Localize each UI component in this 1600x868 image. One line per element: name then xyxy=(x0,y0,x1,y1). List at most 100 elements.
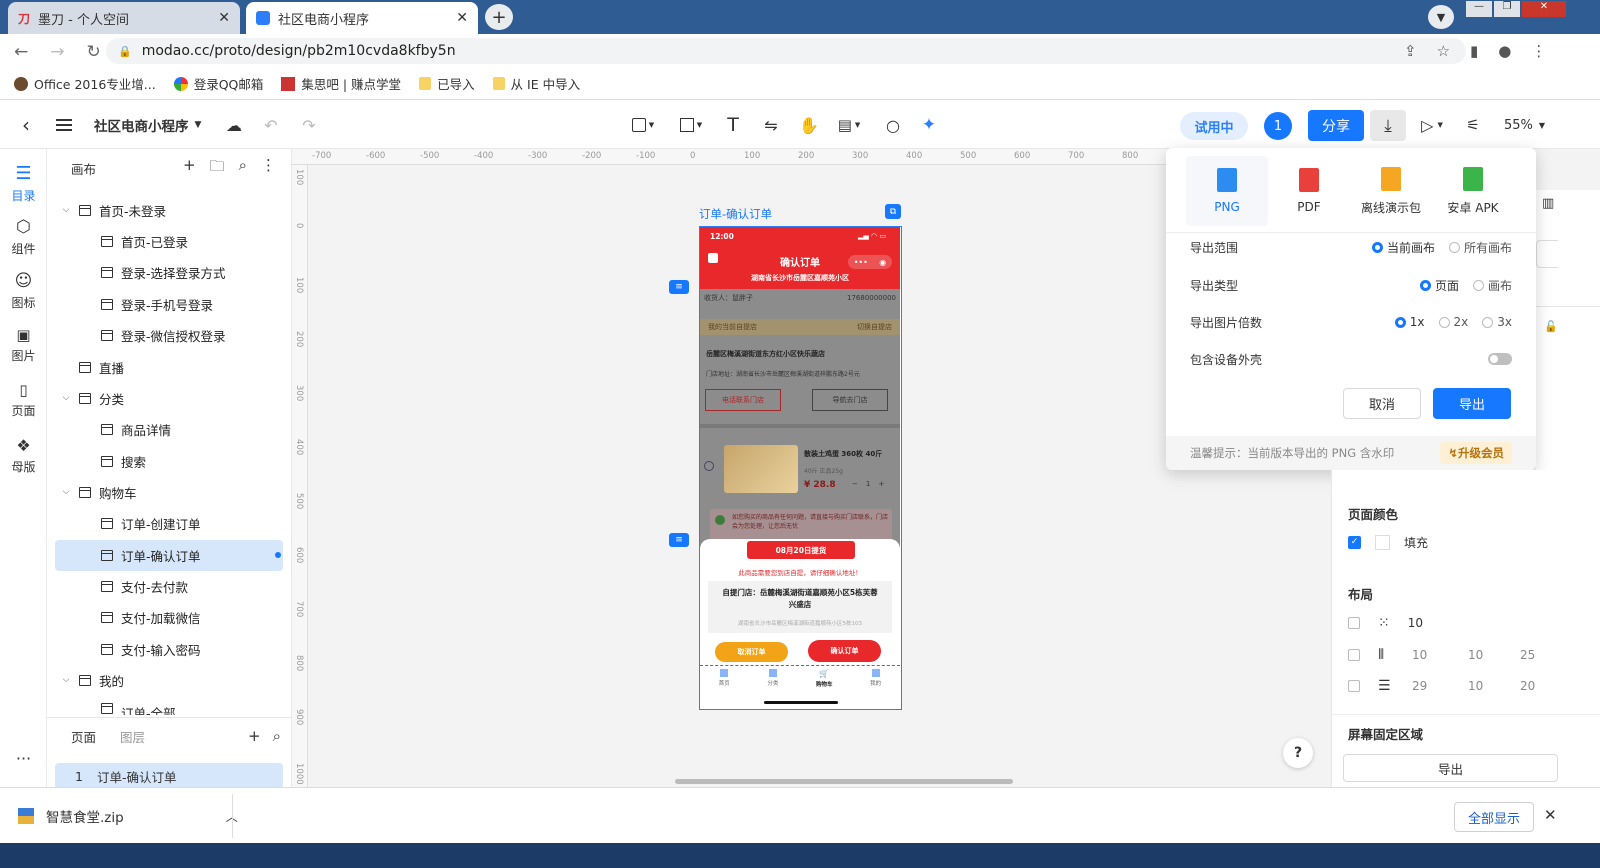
ai-sparkle-icon[interactable]: ✦ xyxy=(918,101,940,149)
frame-tool[interactable]: ▼ xyxy=(626,101,660,149)
zoom-dropdown[interactable]: 55% ▼ xyxy=(1504,101,1545,149)
chart-icon[interactable]: ▥ xyxy=(1542,196,1554,211)
trial-badge[interactable]: 试用中 xyxy=(1180,112,1248,140)
search-icon[interactable]: ⌕ xyxy=(273,727,281,745)
shape-tool[interactable]: ▼ xyxy=(674,101,708,149)
panel-export-button[interactable]: 导出 xyxy=(1343,754,1558,782)
plus-icon[interactable]: + xyxy=(183,156,196,181)
search-icon[interactable]: ⌕ xyxy=(239,156,247,181)
bookmark-jisiba[interactable]: 集思吧 | 赚点学堂 xyxy=(281,74,401,93)
comment-icon[interactable]: ○ xyxy=(882,101,904,149)
columns-gutter[interactable]: 10 xyxy=(1468,648,1483,662)
type-canvas-radio[interactable]: 画布 xyxy=(1472,277,1512,294)
maximize-icon[interactable]: ❐ xyxy=(1494,1,1520,17)
export-format-offline[interactable]: 离线演示包 xyxy=(1350,156,1432,226)
close-icon[interactable]: ✕ xyxy=(456,10,468,26)
rows-checkbox[interactable] xyxy=(1348,680,1360,692)
download-item[interactable]: 智慧食堂.zip ︿ xyxy=(18,806,238,826)
rail-item-outline[interactable]: ☰ 目录 xyxy=(0,163,47,204)
download-button[interactable]: ⤓ xyxy=(1370,110,1406,141)
project-name-dropdown[interactable]: 社区电商小程序 ▼ xyxy=(94,101,201,149)
tree-node-selected[interactable]: 订单-确认订单 xyxy=(101,540,281,570)
tree-node[interactable]: ⌵ 首页-未登录 xyxy=(61,195,166,225)
range-current-radio[interactable]: 当前画布 xyxy=(1371,239,1435,256)
call-store-button[interactable]: 电话联系门店 xyxy=(705,389,781,411)
folder-add-icon[interactable]: 🗀 xyxy=(210,156,225,181)
bookmark-imported[interactable]: 已导入 xyxy=(419,74,475,93)
tree-node[interactable]: 登录-选择登录方式 xyxy=(101,257,226,287)
rail-more-button[interactable]: ··· xyxy=(0,749,47,768)
tab-search-button[interactable]: ▼ xyxy=(1428,5,1454,29)
color-swatch[interactable] xyxy=(1375,535,1390,550)
settings-sliders-icon[interactable]: ⚟ xyxy=(1462,101,1484,149)
rows-margin[interactable]: 20 xyxy=(1520,679,1535,693)
tree-node[interactable]: 订单-创建订单 xyxy=(101,508,201,538)
export-format-apk[interactable]: 安卓 APK xyxy=(1432,156,1514,226)
scale-2x-radio[interactable]: 2x xyxy=(1438,315,1468,329)
tree-node[interactable]: 登录-微信授权登录 xyxy=(101,320,226,350)
navigate-store-button[interactable]: 导航去门店 xyxy=(812,389,888,411)
plus-icon[interactable]: + xyxy=(248,727,261,745)
rail-item-masters[interactable]: ❖ 母版 xyxy=(0,436,47,475)
hand-icon[interactable]: ✋ xyxy=(798,101,820,149)
star-icon[interactable]: ☆ xyxy=(1437,42,1450,60)
capsule-menu[interactable]: ••• ◉ xyxy=(848,255,892,269)
forward-icon[interactable]: → xyxy=(50,42,64,62)
nav-mine[interactable]: 我的 xyxy=(870,669,881,705)
frame-action-icon[interactable]: ⧉ xyxy=(885,204,901,219)
device-shell-toggle[interactable] xyxy=(1488,353,1512,365)
bookmark-qq-mail[interactable]: 登录QQ邮箱 xyxy=(173,74,263,93)
tree-node[interactable]: 首页-已登录 xyxy=(101,226,188,256)
close-icon[interactable]: ✕ xyxy=(1544,806,1557,824)
horizontal-scrollbar[interactable] xyxy=(675,779,1013,784)
type-page-radio[interactable]: 页面 xyxy=(1419,277,1459,294)
sidebar-icon[interactable]: ▮ xyxy=(1470,42,1478,60)
preview-button[interactable]: ▷ ▼ xyxy=(1414,101,1450,149)
export-format-png[interactable]: PNG xyxy=(1186,156,1268,226)
redo-icon[interactable]: ↷ xyxy=(298,101,320,149)
menu-dots-icon[interactable]: ⋮ xyxy=(1531,42,1546,60)
nav-home[interactable]: 首页 xyxy=(719,669,730,705)
page-color-checkbox[interactable]: ✓ xyxy=(1348,536,1361,549)
note-marker-icon[interactable]: ≡ xyxy=(669,280,689,294)
range-all-radio[interactable]: 所有画布 xyxy=(1448,239,1512,256)
plus-icon[interactable]: + xyxy=(878,480,884,488)
nav-category[interactable]: 分类 xyxy=(767,669,778,705)
tab-layers[interactable]: 图层 xyxy=(120,727,145,746)
rows-count[interactable]: 29 xyxy=(1412,679,1427,693)
cloud-sync-icon[interactable]: ☁ xyxy=(222,101,246,149)
unlock-icon[interactable]: 🔓 xyxy=(1544,320,1558,333)
share-page-icon[interactable]: ⇪ xyxy=(1404,42,1417,60)
rail-item-images[interactable]: ▣ 图片 xyxy=(0,326,47,364)
tree-node[interactable]: 直播 xyxy=(79,352,124,382)
cancel-order-button[interactable]: 取消订单 xyxy=(715,642,788,662)
note-tool[interactable]: ▤ ▼ xyxy=(832,101,866,149)
url-field[interactable]: 🔒 modao.cc/proto/design/pb2m10cvda8kfby5… xyxy=(106,38,1466,64)
new-tab-button[interactable]: + xyxy=(485,4,513,30)
grid-checkbox[interactable] xyxy=(1348,617,1360,629)
more-vertical-icon[interactable]: ⋮ xyxy=(261,156,276,181)
close-icon[interactable]: ✕ xyxy=(218,10,230,26)
grid-value[interactable]: 10 xyxy=(1408,616,1423,630)
reload-icon[interactable]: ↻ xyxy=(87,42,101,62)
minimize-icon[interactable]: — xyxy=(1466,1,1492,17)
back-icon[interactable]: ← xyxy=(14,42,28,62)
export-format-pdf[interactable]: PDF xyxy=(1268,156,1350,226)
undo-icon[interactable]: ↶ xyxy=(260,101,282,149)
columns-margin[interactable]: 25 xyxy=(1520,648,1535,662)
export-cancel-button[interactable]: 取消 xyxy=(1343,388,1421,419)
minus-icon[interactable]: − xyxy=(852,480,858,488)
share-button[interactable]: 分享 xyxy=(1308,110,1364,141)
tree-node[interactable]: ⌵ 购物车 xyxy=(61,477,137,507)
bookmark-office[interactable]: Office 2016专业增... xyxy=(14,74,156,93)
scale-3x-radio[interactable]: 3x xyxy=(1482,315,1512,329)
collaborator-avatar[interactable]: 1 xyxy=(1264,112,1292,140)
phone-frame[interactable]: 12:00 ▂▄ ◠ ▭ 确认订单 ••• ◉ 湖南省长沙市岳麓区嘉顺苑小区 收货… xyxy=(699,226,902,710)
close-window-icon[interactable]: ✕ xyxy=(1522,1,1566,17)
menu-icon[interactable] xyxy=(52,101,76,149)
rail-item-components[interactable]: ⬡ 组件 xyxy=(0,217,47,257)
page-list-item[interactable]: 1 订单-确认订单 xyxy=(55,763,283,789)
tree-node[interactable]: 搜索 xyxy=(101,446,146,476)
tab-community-shop[interactable]: 社区电商小程序 ✕ xyxy=(246,2,478,34)
export-confirm-button[interactable]: 导出 xyxy=(1433,388,1511,419)
